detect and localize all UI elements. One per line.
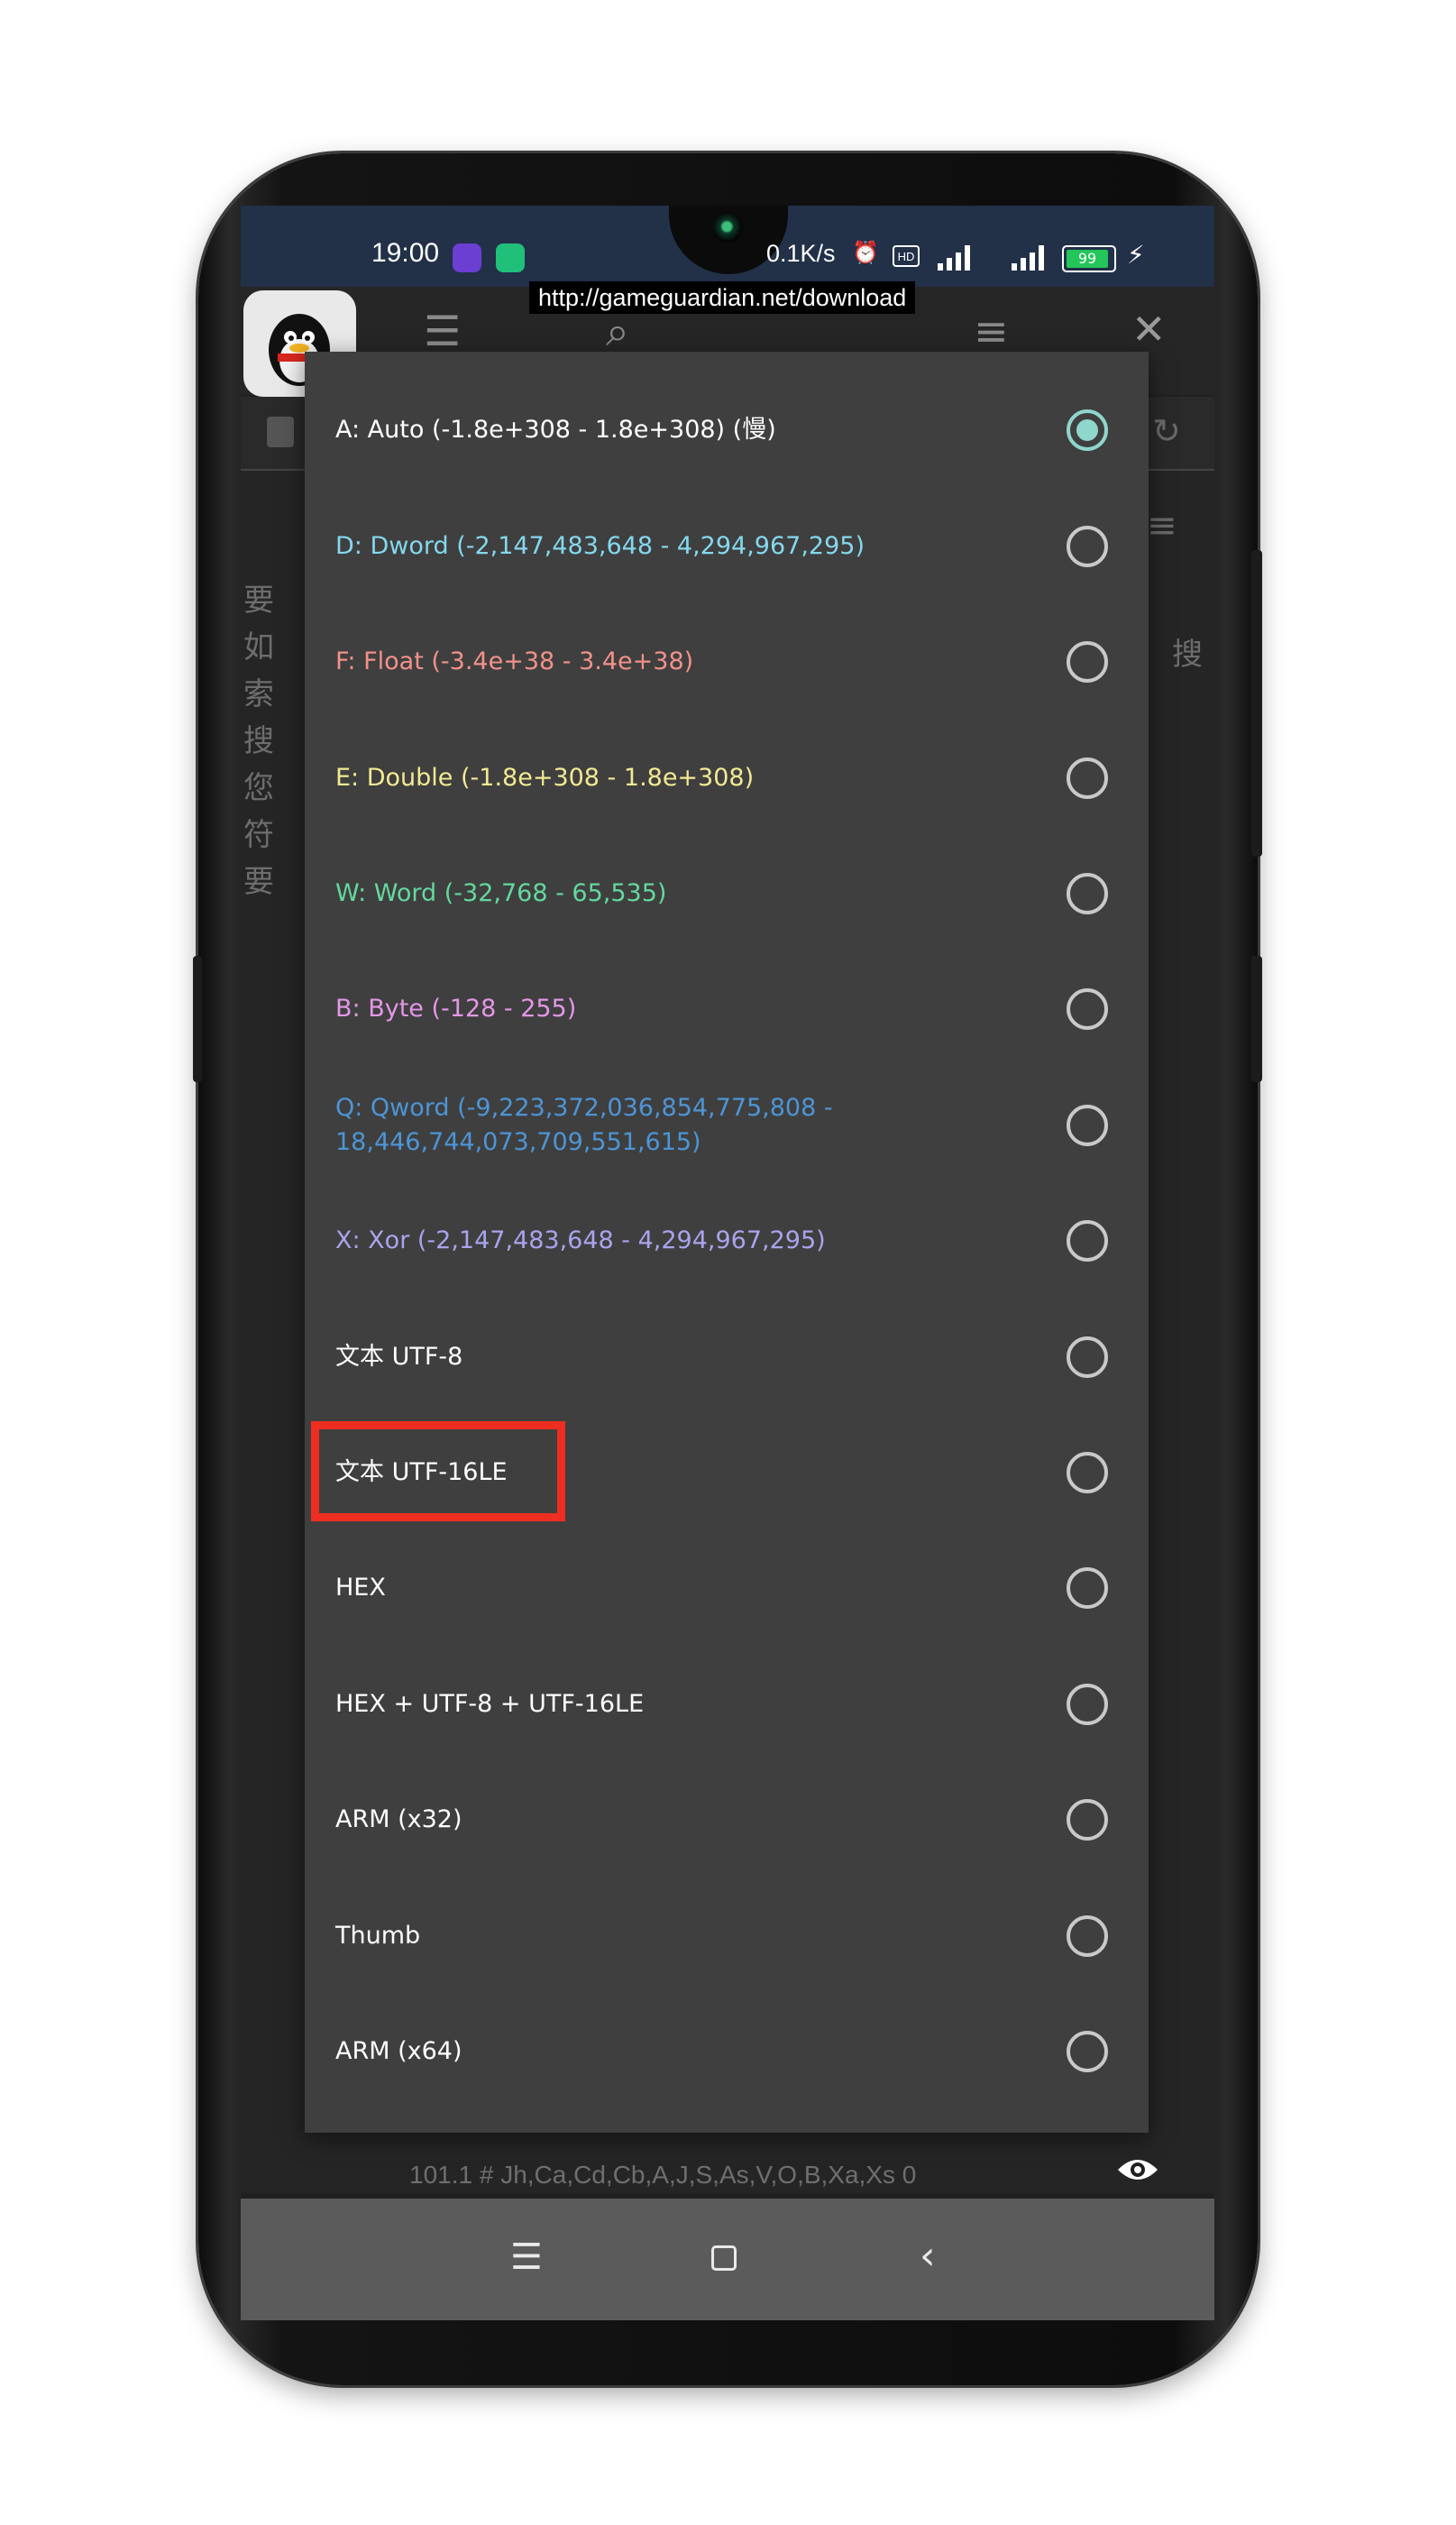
background-side-text: 要 如 索 搜 您 符 要 <box>243 583 274 900</box>
list-icon[interactable]: ≡ <box>974 307 1009 355</box>
option-label: B: Byte (-128 - 255) <box>335 995 577 1024</box>
alarm-icon: ⏰ <box>852 240 879 265</box>
network-speed: 0.1K/s <box>766 240 836 267</box>
highlight-box <box>311 1421 565 1521</box>
search-type-option[interactable]: 文本 UTF-8 <box>305 1299 1149 1415</box>
radio-unselected-icon[interactable] <box>1067 641 1108 684</box>
option-label: Thumb <box>335 1921 421 1950</box>
search-type-option[interactable]: X: Xor (-2,147,483,648 - 4,294,967,295) <box>305 1183 1149 1299</box>
option-label: E: Double (-1.8e+308 - 1.8e+308) <box>335 763 755 792</box>
radio-unselected-icon[interactable] <box>1067 1451 1108 1493</box>
camera-icon <box>713 213 744 243</box>
refresh-icon[interactable]: ↻ <box>1152 411 1181 451</box>
pause-icon[interactable] <box>267 417 294 447</box>
radio-unselected-icon[interactable] <box>1067 1799 1108 1841</box>
search-type-option[interactable]: W: Word (-32,768 - 65,535) <box>305 835 1149 951</box>
hd-icon: HD <box>893 245 920 267</box>
search-type-option[interactable]: HEX <box>305 1530 1149 1647</box>
settings-sliders-icon[interactable]: ☰ <box>424 307 461 355</box>
search-type-dialog: A: Auto (-1.8e+308 - 1.8e+308) (慢) D: Dwo… <box>305 352 1149 2133</box>
option-label: D: Dword (-2,147,483,648 - 4,294,967,295… <box>335 531 865 560</box>
radio-unselected-icon[interactable] <box>1067 1567 1108 1610</box>
recent-apps-icon[interactable]: ☰ <box>510 2236 543 2278</box>
charging-icon: ⚡ <box>1127 240 1145 270</box>
radio-unselected-icon[interactable] <box>1067 988 1108 1031</box>
search-type-option[interactable]: ARM (x64) <box>305 1993 1149 2109</box>
url-banner: http://gameguardian.net/download <box>529 281 916 314</box>
option-label: A: Auto (-1.8e+308 - 1.8e+308) (慢) <box>335 416 776 445</box>
option-label: HEX + UTF-8 + UTF-16LE <box>335 1689 645 1718</box>
volume-button <box>1251 550 1262 857</box>
option-label: 文本 UTF-8 <box>335 1342 463 1371</box>
search-type-option[interactable]: ARM (x32) <box>305 1762 1149 1878</box>
signal-4g-icon <box>938 243 970 271</box>
radio-unselected-icon[interactable] <box>1067 1104 1108 1146</box>
side-button-left <box>193 956 202 1082</box>
radio-unselected-icon[interactable] <box>1067 1220 1108 1262</box>
search-type-option[interactable]: Q: Qword (-9,223,372,036,854,775,808 - 1… <box>305 1067 1149 1183</box>
search-icon[interactable]: ⌕ <box>606 307 629 357</box>
radio-unselected-icon[interactable] <box>1067 872 1108 914</box>
signal-4g-icon <box>1012 243 1044 271</box>
status-time: 19:00 <box>371 238 440 268</box>
close-icon[interactable]: ✕ <box>1131 305 1167 354</box>
background-search-label: 搜 <box>1172 637 1203 673</box>
radio-unselected-icon[interactable] <box>1067 1336 1108 1378</box>
radio-unselected-icon[interactable] <box>1067 2030 1108 2072</box>
option-label: ARM (x64) <box>335 2036 462 2065</box>
back-icon[interactable]: ‹ <box>920 2233 936 2279</box>
radio-unselected-icon[interactable] <box>1067 757 1108 799</box>
eye-icon[interactable] <box>1116 2155 1159 2184</box>
radio-unselected-icon[interactable] <box>1067 525 1108 567</box>
radio-unselected-icon[interactable] <box>1067 1914 1108 1957</box>
menu-icon[interactable]: ≡ <box>1147 505 1177 546</box>
search-type-option[interactable]: A: Auto (-1.8e+308 - 1.8e+308) (慢) <box>305 372 1149 489</box>
option-label: F: Float (-3.4e+38 - 3.4e+38) <box>335 647 694 676</box>
search-type-option[interactable]: Thumb <box>305 1878 1149 1994</box>
battery-icon: 99 <box>1062 245 1116 272</box>
home-icon[interactable] <box>711 2245 737 2271</box>
radio-unselected-icon[interactable] <box>1067 1683 1108 1725</box>
option-label: HEX <box>335 1574 386 1602</box>
option-label: Q: Qword (-9,223,372,036,854,775,808 - 1… <box>335 1093 833 1156</box>
power-button <box>1251 956 1262 1082</box>
search-type-option[interactable]: F: Float (-3.4e+38 - 3.4e+38) <box>305 604 1149 721</box>
app-notification-icon <box>453 243 481 272</box>
search-type-option[interactable]: E: Double (-1.8e+308 - 1.8e+308) <box>305 720 1149 836</box>
search-type-option[interactable]: D: Dword (-2,147,483,648 - 4,294,967,295… <box>305 488 1149 604</box>
option-label: ARM (x32) <box>335 1805 462 1834</box>
radio-selected-icon[interactable] <box>1067 409 1108 452</box>
search-type-option[interactable]: B: Byte (-128 - 255) <box>305 951 1149 1068</box>
option-label: X: Xor (-2,147,483,648 - 4,294,967,295) <box>335 1226 826 1255</box>
app-notification-icon <box>496 243 525 272</box>
option-label: W: Word (-32,768 - 65,535) <box>335 878 667 907</box>
search-type-option[interactable]: HEX + UTF-8 + UTF-16LE <box>305 1646 1149 1762</box>
footer-status-text: 101.1 # Jh,Ca,Cd,Cb,A,J,S,As,V,O,B,Xa,Xs… <box>409 2161 917 2189</box>
